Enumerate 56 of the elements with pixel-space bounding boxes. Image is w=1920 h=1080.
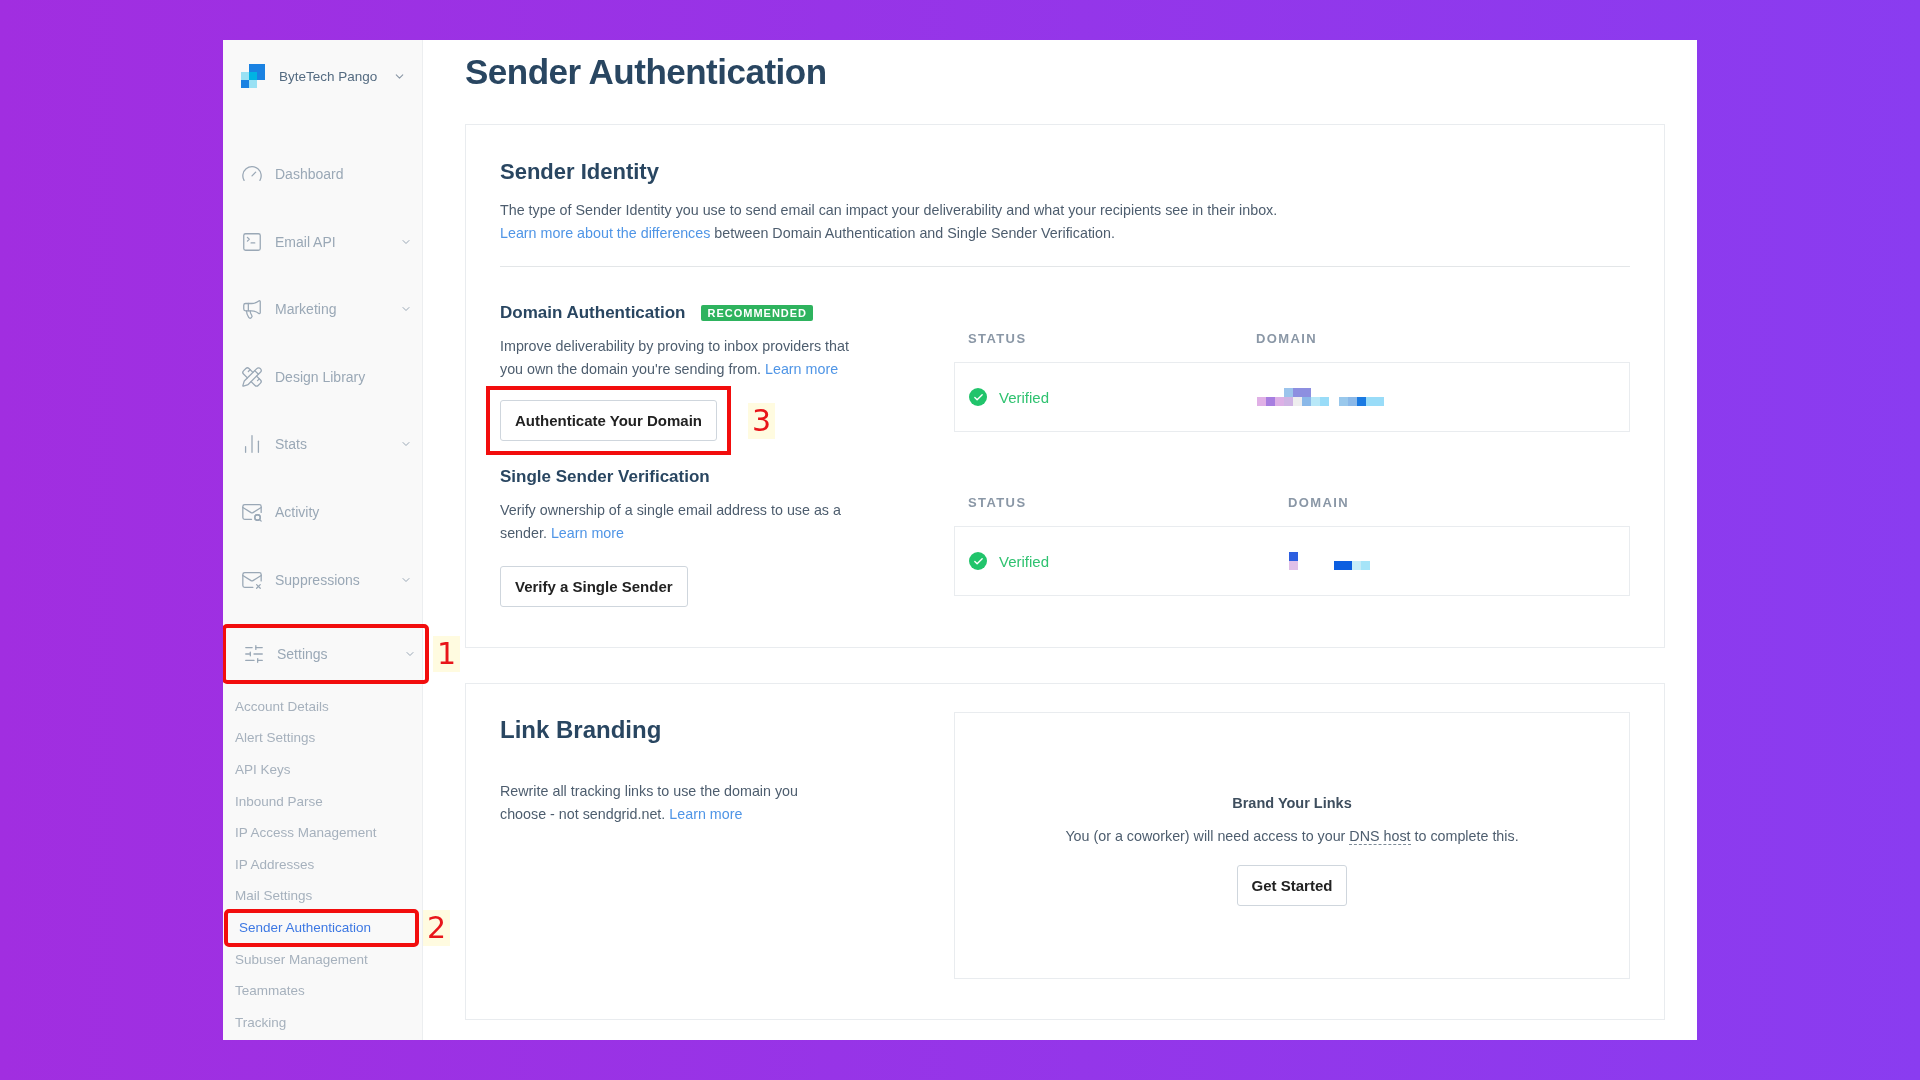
settings-subitem[interactable]: Teammates <box>223 975 422 1007</box>
check-icon <box>969 388 987 406</box>
nav-item[interactable]: Suppressions <box>223 559 422 600</box>
subsection-title: Domain Authentication <box>500 303 686 323</box>
settings-subitem[interactable]: Sender Authentication <box>227 911 416 944</box>
nav-item[interactable]: Settings <box>225 627 426 682</box>
settings-subitem[interactable]: Account Details <box>223 690 422 723</box>
nav-item[interactable]: Dashboard <box>223 154 422 194</box>
section-title: Sender Identity <box>500 159 660 185</box>
description-text: The type of Sender Identity you use to send email can impact your deliverability and what your recipients see in their inbox. Learn more about the differences between Domain Authentication and Single Sender Verification. <box>500 201 1279 243</box>
logo-icon <box>241 64 265 88</box>
account-name[interactable]: ByteTech Pango <box>279 68 379 84</box>
settings-subitem[interactable]: Alert Settings <box>223 722 422 754</box>
column-header: DOMAIN <box>1288 495 1351 510</box>
column-header: STATUS <box>968 495 1028 510</box>
settings-subitem[interactable]: Subuser Management <box>223 943 422 976</box>
subsection-title: Single Sender Verification <box>500 467 710 487</box>
description-text: Rewrite all tracking links to use the domain you choose - not sendgrid.net. Learn more <box>500 782 799 824</box>
description-text: Improve deliverability by proving to inbox providers that you own the domain you're sending from. Learn more <box>500 337 850 379</box>
learn-more-link[interactable]: Learn more <box>669 805 743 822</box>
annotation-number: 1 <box>432 636 460 673</box>
settings-subitem[interactable]: Mail Settings <box>223 880 422 912</box>
description-text: Verify ownership of a single email address to use as a sender. Learn more <box>500 501 842 543</box>
learn-more-link[interactable]: Learn more <box>765 360 839 377</box>
settings-subitem[interactable]: IP Access Management <box>223 817 422 849</box>
sliders-icon <box>243 643 265 666</box>
action-button[interactable]: Verify a Single Sender <box>500 566 688 607</box>
settings-subitem[interactable]: API Keys <box>223 753 422 786</box>
settings-subitem[interactable]: Inbound Parse <box>223 785 422 818</box>
status-label: Verified <box>969 388 1257 406</box>
nav-item[interactable]: Design Library <box>223 356 422 397</box>
action-button[interactable]: Authenticate Your Domain <box>500 400 717 441</box>
megaphone-icon <box>241 298 263 321</box>
panel-title: Brand Your Links <box>1232 794 1352 811</box>
dns-host-link[interactable]: DNS host <box>1349 827 1411 845</box>
settings-subitem[interactable]: Tracking <box>223 1006 422 1039</box>
get-started-button[interactable]: Get Started <box>1236 865 1348 907</box>
nav-item[interactable]: Stats <box>223 424 422 465</box>
annotation-number: 2 <box>422 909 450 946</box>
nav-item[interactable]: Activity <box>223 491 422 532</box>
panel-text: You (or a coworker) will need access to your DNS host to complete this. <box>1065 826 1519 847</box>
recommended-badge: RECOMMENDED <box>701 305 814 321</box>
annotation-number: 3 <box>747 402 775 439</box>
settings-subitem[interactable]: IP Addresses <box>223 848 422 881</box>
learn-more-link[interactable]: Learn more <box>550 524 624 541</box>
status-label: Verified <box>969 552 1289 570</box>
column-header: STATUS <box>968 331 1028 346</box>
learn-more-link[interactable]: Learn more about the differences <box>500 224 711 241</box>
check-icon <box>969 552 987 570</box>
nav-item[interactable]: Marketing <box>223 289 422 330</box>
section-title: Link Branding <box>500 716 662 744</box>
column-header: DOMAIN <box>1256 331 1319 346</box>
terminal-icon <box>241 230 263 253</box>
pencil-ruler-icon <box>241 365 263 388</box>
nav-item[interactable]: Email API <box>223 221 422 262</box>
page-title: Sender Authentication <box>465 52 828 92</box>
